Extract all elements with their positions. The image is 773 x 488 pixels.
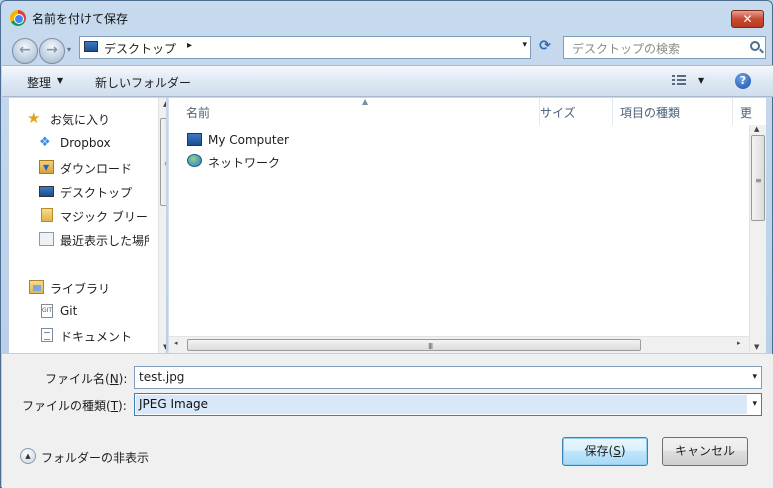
computer-icon (187, 133, 202, 146)
filename-value[interactable]: test.jpg (139, 370, 184, 384)
search-icon[interactable] (750, 41, 760, 51)
sidebar-item-label: お気に入り (50, 113, 111, 127)
back-button[interactable]: ← (12, 38, 38, 64)
window-title: 名前を付けて保存 (32, 12, 129, 26)
save-as-dialog: 名前を付けて保存 ✕ ← → ▾ デスクトップ ▸ ▾ ⟳ デスクトップの検索 … (0, 0, 773, 488)
filetype-value[interactable]: JPEG Image (139, 397, 208, 411)
list-item-name: My Computer (208, 133, 289, 147)
file-list-vertical-scrollbar[interactable]: ▲ ≡ ▼ (749, 125, 766, 353)
grip-icon: ≡ (164, 159, 166, 168)
collapse-icon[interactable]: ▲ (20, 448, 36, 464)
column-header-modified[interactable]: 更 (733, 98, 763, 125)
save-options-area: ファイル名(N): test.jpg ▾ ファイルの種類(T): JPEG Im… (2, 354, 773, 488)
desktop-icon (84, 41, 98, 52)
file-list-horizontal-scrollbar[interactable]: ◂ III ▸ (169, 336, 749, 353)
sidebar-item-label: ドキュメント (60, 330, 133, 344)
column-header-type[interactable]: 項目の種類 (613, 98, 733, 125)
star-icon: ★ (27, 109, 41, 127)
filename-label: ファイル名(N): (45, 372, 128, 386)
chevron-down-icon[interactable]: ▾ (752, 372, 757, 382)
column-header-name[interactable]: 名前 ▲ (179, 98, 540, 125)
file-list: 名前 ▲ サイズ 項目の種類 更 My Computer ネットワーク ▲ ≡ … (168, 98, 766, 353)
scroll-down-icon[interactable]: ▼ (163, 343, 166, 351)
documents-icon (41, 328, 53, 342)
scroll-thumb[interactable]: ≡ (160, 118, 166, 206)
sort-ascending-icon: ▲ (362, 98, 369, 106)
list-item[interactable]: ネットワーク (185, 151, 385, 171)
view-options-icon[interactable] (672, 75, 686, 87)
navigation-scrollbar[interactable]: ▲ ≡ ▼ (158, 98, 166, 353)
save-button[interactable]: 保存(S) (562, 437, 648, 466)
list-item[interactable]: My Computer (185, 130, 385, 150)
sidebar-item-desktop[interactable]: デスクトップ (9, 181, 149, 201)
sidebar-item-label: ライブラリ (50, 282, 111, 296)
search-input[interactable]: デスクトップの検索 (563, 36, 766, 59)
sidebar-item-magic-folder[interactable]: マジック ブリー (9, 205, 149, 225)
filename-field[interactable]: test.jpg ▾ (134, 366, 762, 389)
scroll-thumb[interactable]: III (187, 339, 641, 351)
sidebar-item-label: 最近表示した場所 (60, 234, 149, 248)
refresh-button[interactable]: ⟳ (533, 36, 557, 59)
column-header-label: サイズ (540, 106, 576, 120)
view-dropdown-icon[interactable]: ▼ (698, 76, 704, 85)
sidebar-item-label: Git (60, 304, 78, 318)
address-dropdown-icon[interactable]: ▾ (522, 40, 527, 50)
git-doc-icon: GIT (41, 304, 53, 318)
column-header-label: 項目の種類 (620, 106, 681, 120)
sidebar-item-label: ダウンロード (60, 162, 133, 176)
sidebar-item-recent-places[interactable]: 最近表示した場所 (9, 229, 149, 249)
folder-icon (41, 208, 53, 222)
library-icon (29, 280, 44, 294)
sidebar-item-label: Dropbox (60, 136, 111, 150)
chrome-icon (10, 10, 26, 26)
breadcrumb-arrow-icon[interactable]: ▸ (187, 40, 192, 51)
downloads-folder-icon (39, 160, 54, 174)
command-toolbar: 整理 ▼ 新しいフォルダー ▼ ? (2, 65, 773, 97)
filetype-select[interactable]: JPEG Image ▾ (134, 393, 762, 416)
new-folder-button[interactable]: 新しいフォルダー (95, 74, 191, 91)
column-header-label: 更 (740, 106, 753, 120)
scroll-thumb[interactable]: ≡ (751, 135, 765, 221)
column-header-size[interactable]: サイズ (533, 98, 613, 125)
column-header-label: 名前 (186, 106, 211, 120)
scroll-right-icon[interactable]: ▸ (737, 339, 741, 347)
recent-places-icon (39, 232, 54, 246)
forward-button[interactable]: → (39, 38, 65, 64)
address-bar[interactable]: デスクトップ ▸ ▾ (79, 36, 531, 59)
address-location[interactable]: デスクトップ (104, 40, 176, 57)
dropbox-icon: ❖ (39, 135, 51, 150)
filetype-label: ファイルの種類(T): (22, 399, 127, 413)
list-item-name: ネットワーク (208, 156, 281, 170)
desktop-icon (39, 186, 54, 197)
organize-button[interactable]: 整理 (27, 74, 51, 91)
grip-icon: III (428, 342, 433, 351)
sidebar-item-favorites[interactable]: ★ お気に入り (9, 108, 149, 128)
sidebar-item-documents[interactable]: ドキュメント (9, 325, 149, 345)
sidebar-item-label: デスクトップ (60, 186, 133, 200)
help-icon[interactable]: ? (735, 73, 751, 89)
sidebar-item-git[interactable]: GIT Git (9, 301, 149, 321)
scroll-down-icon[interactable]: ▼ (754, 343, 759, 351)
organize-dropdown-icon[interactable]: ▼ (57, 76, 63, 85)
recent-locations-dropdown[interactable]: ▾ (67, 45, 71, 54)
hide-folders-link[interactable]: フォルダーの非表示 (41, 449, 149, 466)
grip-icon: ≡ (755, 176, 762, 185)
cancel-button[interactable]: キャンセル (662, 437, 748, 466)
chevron-down-icon[interactable]: ▾ (752, 399, 757, 409)
search-placeholder: デスクトップの検索 (572, 42, 681, 56)
scroll-up-icon[interactable]: ▲ (754, 125, 759, 133)
scroll-up-icon[interactable]: ▲ (163, 100, 166, 108)
navigation-pane: ★ お気に入り ❖ Dropbox ダウンロード デスクトップ マジック ブリー… (9, 98, 166, 353)
scroll-left-icon[interactable]: ◂ (174, 339, 178, 347)
sidebar-item-downloads[interactable]: ダウンロード (9, 157, 149, 177)
network-icon (187, 154, 202, 167)
sidebar-item-dropbox[interactable]: ❖ Dropbox (9, 133, 149, 153)
close-button[interactable]: ✕ (731, 10, 764, 28)
sidebar-item-label: マジック ブリー (60, 210, 148, 224)
title-bar: 名前を付けて保存 ✕ (1, 1, 772, 33)
sidebar-item-libraries[interactable]: ライブラリ (9, 277, 149, 297)
